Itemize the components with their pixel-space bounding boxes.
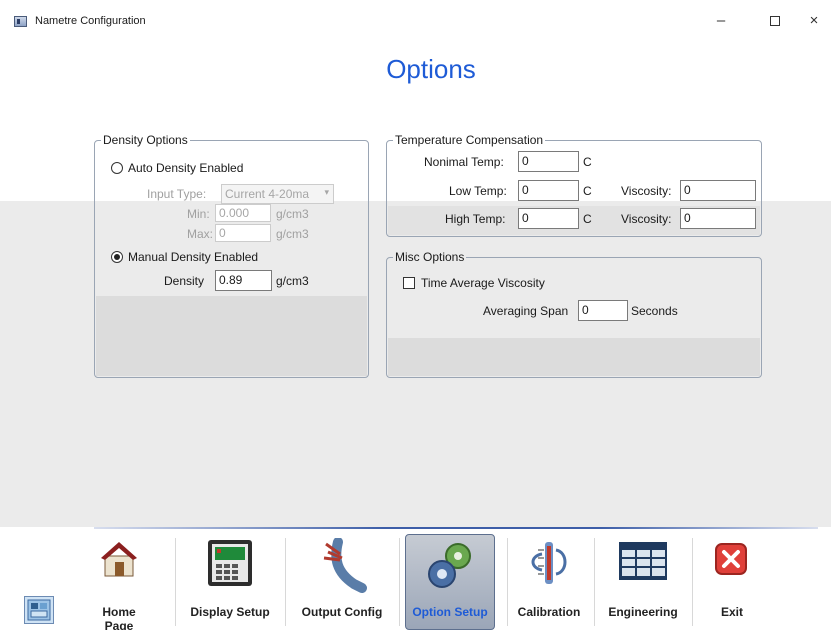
density-options-group: Density Options Auto Density Enabled Inp… <box>94 133 369 378</box>
app-logo-icon <box>24 596 54 624</box>
time-average-checkbox[interactable] <box>403 277 415 289</box>
nav-option-setup-label: Option Setup <box>412 605 488 619</box>
max-unit: g/cm3 <box>276 227 309 241</box>
density-options-legend: Density Options <box>101 133 190 147</box>
nav-output-config-label: Output Config <box>301 605 383 619</box>
high-temp-field[interactable]: 0 <box>518 208 579 229</box>
cable-icon <box>314 537 370 597</box>
density-unit: g/cm3 <box>276 274 309 288</box>
window-title: Nametre Configuration <box>35 15 146 27</box>
manual-density-radio[interactable] <box>111 251 123 263</box>
high-temp-unit: C <box>583 212 592 226</box>
averaging-span-label: Averaging Span <box>483 304 569 318</box>
input-type-value: Current 4-20ma <box>225 187 310 201</box>
input-type-label: Input Type: <box>147 187 207 201</box>
minimize-button[interactable]: – <box>703 8 739 34</box>
temperature-compensation-group: Temperature Compensation Nonimal Temp: 0… <box>386 133 762 237</box>
gears-icon <box>420 538 480 595</box>
maximize-icon <box>770 16 780 26</box>
nav-engineering-label: Engineering <box>608 605 678 619</box>
density-field[interactable]: 0.89 <box>215 270 272 291</box>
table-icon <box>617 538 669 585</box>
close-button[interactable]: × <box>796 8 831 34</box>
auto-density-radio[interactable] <box>111 162 123 174</box>
nav-output-config[interactable]: Output Config <box>292 532 392 630</box>
nav-option-setup[interactable]: Option Setup <box>405 532 495 630</box>
min-unit: g/cm3 <box>276 207 309 221</box>
nav-divider <box>94 527 818 529</box>
temperature-compensation-legend: Temperature Compensation <box>393 133 546 147</box>
min-label: Min: <box>187 207 210 221</box>
nav-calibration[interactable]: Calibration <box>510 532 588 630</box>
nav-display-setup[interactable]: Display Setup <box>182 532 278 630</box>
misc-options-legend: Misc Options <box>393 250 467 264</box>
manual-density-label[interactable]: Manual Density Enabled <box>128 250 258 264</box>
misc-options-group: Misc Options Time Average Viscosity Aver… <box>386 250 762 378</box>
low-viscosity-field[interactable]: 0 <box>680 180 756 201</box>
home-icon <box>97 538 141 583</box>
high-temp-label: High Temp: <box>445 212 506 226</box>
nav-exit-label: Exit <box>720 605 743 619</box>
display-icon <box>205 538 255 591</box>
nav-home-page-label: Home Page <box>102 605 136 630</box>
nav-home-page[interactable]: Home Page <box>90 532 148 630</box>
maximize-button[interactable] <box>757 8 793 34</box>
density-label: Density <box>164 274 205 288</box>
low-temp-field[interactable]: 0 <box>518 180 579 201</box>
app-icon <box>14 16 27 27</box>
low-temp-unit: C <box>583 184 592 198</box>
high-viscosity-label: Viscosity: <box>621 212 672 226</box>
chevron-down-icon: ▾ <box>324 187 329 197</box>
high-viscosity-field[interactable]: 0 <box>680 208 756 229</box>
title-bar: Nametre Configuration – × <box>0 0 831 44</box>
auto-density-label[interactable]: Auto Density Enabled <box>128 161 243 175</box>
low-temp-label: Low Temp: <box>449 184 507 198</box>
nav-calibration-label: Calibration <box>517 605 581 619</box>
nav-exit[interactable]: Exit <box>700 532 764 630</box>
averaging-span-field[interactable]: 0 <box>578 300 628 321</box>
nav-display-setup-label: Display Setup <box>190 605 270 619</box>
averaging-span-unit: Seconds <box>631 304 678 318</box>
page-title: Options <box>386 54 476 84</box>
exit-icon <box>712 538 752 581</box>
max-label: Max: <box>187 227 214 241</box>
input-type-select[interactable]: Current 4-20ma ▾ <box>221 184 334 204</box>
calibration-icon <box>524 538 574 591</box>
nominal-temp-field[interactable]: 0 <box>518 151 579 172</box>
min-field[interactable]: 0.000 <box>215 204 271 222</box>
nav-engineering[interactable]: Engineering <box>600 532 686 630</box>
max-field[interactable]: 0 <box>215 224 271 242</box>
nominal-temp-label: Nonimal Temp: <box>424 155 504 169</box>
nominal-temp-unit: C <box>583 155 592 169</box>
low-viscosity-label: Viscosity: <box>621 184 672 198</box>
time-average-label[interactable]: Time Average Viscosity <box>421 276 545 290</box>
